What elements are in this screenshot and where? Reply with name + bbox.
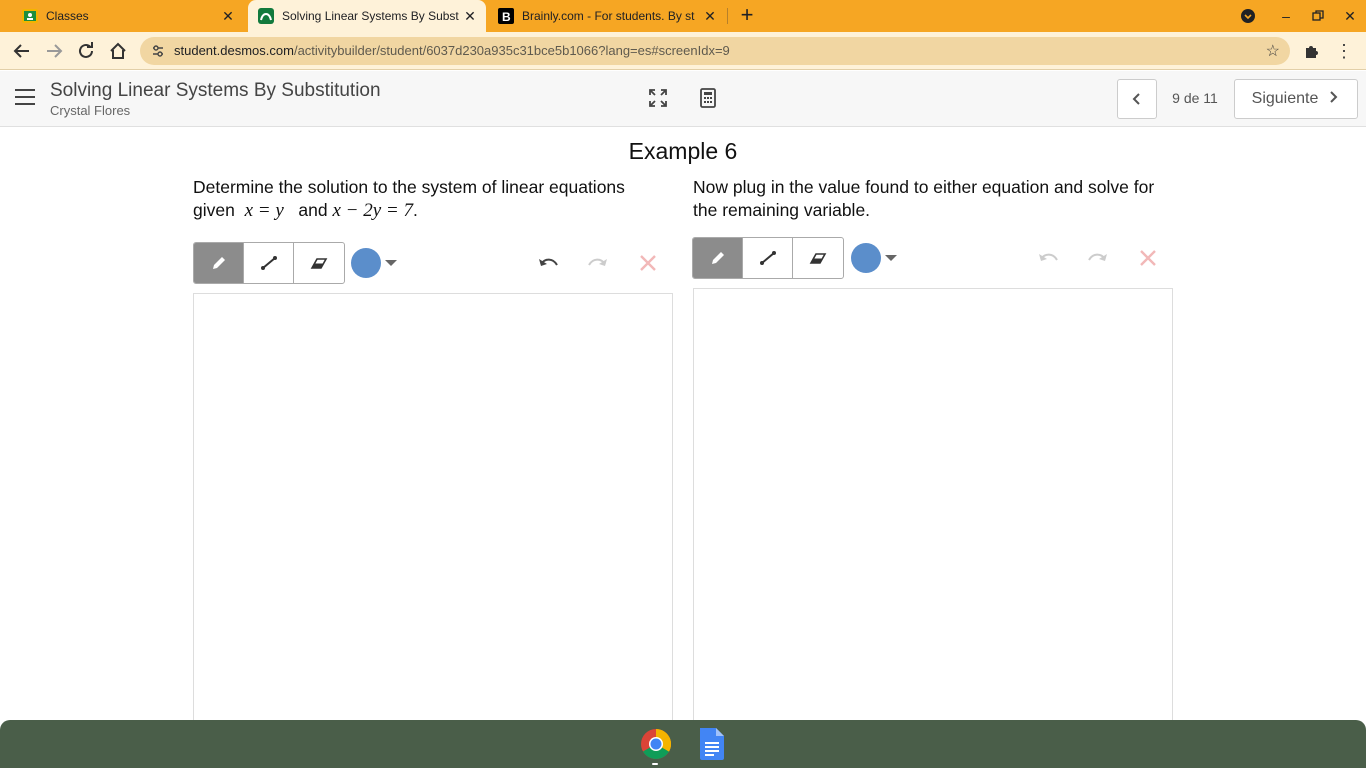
tool-group — [692, 237, 844, 279]
line-icon — [260, 256, 277, 270]
home-icon[interactable] — [106, 39, 130, 63]
url-path: /activitybuilder/student/6037d230a935c31… — [293, 43, 730, 58]
close-icon — [640, 255, 656, 271]
equation-2: x − 2y = 7 — [332, 200, 413, 221]
undo-icon — [1039, 253, 1058, 261]
eraser-tool-button[interactable] — [793, 238, 843, 278]
left-prompt: Determine the solution to the system of … — [193, 176, 673, 222]
tab-search-icon[interactable] — [1236, 6, 1260, 26]
color-picker-swatch[interactable] — [351, 248, 381, 278]
site-info-icon[interactable] — [150, 43, 166, 59]
kebab-menu-icon[interactable]: ⋮ — [1332, 39, 1356, 63]
next-button-label: Siguiente — [1251, 90, 1319, 107]
previous-screen-button[interactable] — [1117, 79, 1157, 119]
line-tool-button[interactable] — [743, 238, 793, 278]
eraser-tool-button[interactable] — [294, 243, 344, 283]
activity-header: Solving Linear Systems By Substitution C… — [0, 71, 1366, 127]
chevron-down-icon[interactable] — [885, 255, 897, 261]
left-sketch-panel: Determine the solution to the system of … — [193, 176, 673, 733]
url-text: student.desmos.com/activitybuilder/stude… — [174, 43, 730, 58]
equation-1: x = y — [244, 200, 284, 221]
browser-toolbar: student.desmos.com/activitybuilder/stude… — [0, 32, 1366, 70]
tab-separator — [727, 8, 728, 24]
undo-button[interactable] — [535, 250, 561, 276]
hamburger-menu-icon[interactable] — [15, 89, 35, 107]
reload-icon[interactable] — [74, 39, 98, 63]
student-name: Crystal Flores — [50, 103, 131, 118]
undo-icon — [539, 258, 558, 266]
browser-tab-strip: Classes ✕ Solving Linear Systems By Subs… — [0, 0, 1366, 32]
address-bar[interactable]: student.desmos.com/activitybuilder/stude… — [140, 37, 1290, 65]
extensions-puzzle-icon[interactable] — [1300, 39, 1324, 63]
running-indicator — [652, 763, 658, 765]
prompt-text: Determine the solution to the system of … — [193, 177, 625, 197]
clear-sketch-button[interactable] — [635, 250, 661, 276]
pencil-tool-button[interactable] — [693, 238, 743, 278]
fullscreen-icon[interactable] — [647, 87, 669, 109]
tab-title: Classes — [46, 9, 89, 23]
eraser-icon — [809, 253, 827, 264]
undo-button[interactable] — [1035, 245, 1061, 271]
screen-counter: 9 de 11 — [1172, 90, 1218, 106]
redo-icon — [1088, 253, 1107, 261]
sketch-toolbar — [692, 237, 1173, 279]
forward-arrow-icon[interactable] — [42, 39, 66, 63]
screen-title: Example 6 — [628, 138, 738, 164]
tab-brainly[interactable]: B Brainly.com - For students. By st ✕ — [488, 0, 726, 32]
sketch-canvas[interactable] — [193, 293, 673, 733]
brainly-icon: B — [498, 8, 514, 24]
close-window-button[interactable]: ✕ — [1338, 6, 1362, 26]
tab-title: Solving Linear Systems By Subst — [282, 9, 459, 23]
back-arrow-icon[interactable] — [10, 39, 34, 63]
eraser-icon — [310, 258, 328, 269]
os-shelf — [0, 720, 1366, 768]
chevron-left-icon — [1132, 93, 1140, 105]
redo-button[interactable] — [585, 250, 611, 276]
chevron-down-icon[interactable] — [385, 260, 397, 266]
chevron-right-icon — [1326, 90, 1340, 109]
close-tab-icon[interactable]: ✕ — [462, 8, 478, 24]
tab-title: Brainly.com - For students. By st — [522, 9, 695, 23]
prompt-text: . — [412, 200, 418, 220]
sketch-toolbar — [193, 242, 673, 284]
restore-button[interactable] — [1306, 6, 1330, 26]
color-picker-swatch[interactable] — [851, 243, 881, 273]
tab-desmos[interactable]: Solving Linear Systems By Subst ✕ — [248, 0, 486, 32]
redo-button[interactable] — [1085, 245, 1111, 271]
activity-title: Solving Linear Systems By Substitution — [50, 80, 381, 101]
url-domain: student.desmos.com — [174, 43, 294, 58]
next-screen-button[interactable]: Siguiente — [1234, 79, 1358, 119]
sketch-canvas[interactable] — [693, 288, 1173, 728]
pencil-icon — [711, 252, 724, 264]
close-tab-icon[interactable]: ✕ — [702, 8, 718, 24]
close-icon — [1140, 250, 1156, 266]
calculator-icon[interactable] — [697, 87, 719, 109]
prompt-text: and — [298, 200, 328, 220]
chrome-icon[interactable] — [640, 728, 672, 760]
bookmark-star-icon[interactable]: ☆ — [1266, 41, 1280, 61]
line-tool-button[interactable] — [244, 243, 294, 283]
close-tab-icon[interactable]: ✕ — [220, 8, 236, 24]
tool-group — [193, 242, 345, 284]
right-prompt: Now plug in the value found to either eq… — [693, 177, 1155, 220]
desmos-icon — [258, 8, 274, 24]
new-tab-button[interactable]: + — [736, 4, 758, 27]
line-icon — [759, 251, 776, 265]
prompt-text: given — [193, 200, 235, 220]
minimize-button[interactable]: – — [1274, 6, 1298, 26]
google-classroom-icon — [22, 8, 38, 24]
pencil-tool-button[interactable] — [194, 243, 244, 283]
clear-sketch-button[interactable] — [1135, 245, 1161, 271]
redo-icon — [588, 258, 607, 266]
tab-classes[interactable]: Classes ✕ — [12, 0, 244, 32]
pencil-icon — [212, 257, 225, 269]
right-sketch-panel: Now plug in the value found to either eq… — [692, 176, 1173, 728]
google-docs-icon[interactable] — [698, 728, 730, 760]
svg-text:B: B — [502, 10, 511, 24]
